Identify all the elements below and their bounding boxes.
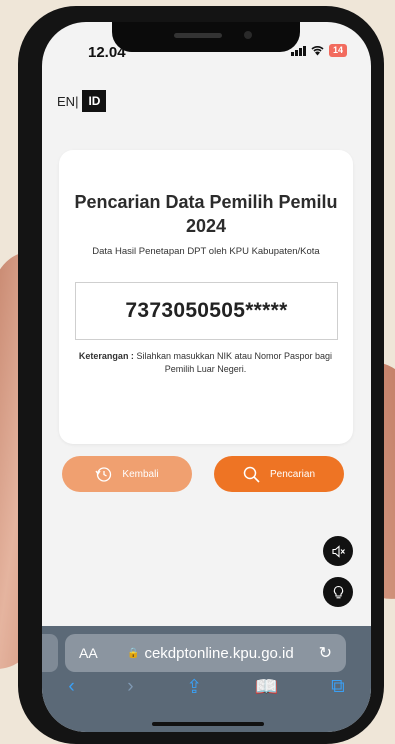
search-button[interactable]: Pencarian (214, 456, 344, 492)
search-icon (243, 466, 260, 483)
back-button-label: Kembali (122, 468, 159, 480)
address-bar[interactable]: AA 🔒 cekdptonline.kpu.go.id ↻ (65, 634, 346, 672)
share-icon[interactable]: ⇪ (186, 676, 202, 699)
lang-en[interactable]: EN (57, 94, 75, 109)
battery-icon: 14 (328, 44, 347, 57)
text-size-button[interactable]: AA (79, 645, 98, 661)
lightbulb-icon (333, 585, 343, 598)
lock-icon: 🔒 (127, 647, 140, 659)
previous-tab-preview[interactable] (42, 634, 58, 672)
back-nav-icon[interactable]: ‹ (68, 676, 74, 698)
note: Keterangan : Silahkan masukkan NIK atau … (75, 350, 336, 376)
signal-icon (290, 45, 306, 56)
lang-id[interactable]: ID (82, 90, 107, 112)
wifi-icon (311, 46, 324, 56)
note-label: Keterangan : (78, 351, 134, 361)
tabs-icon[interactable]: ⧉ (331, 676, 345, 698)
home-indicator (152, 722, 264, 726)
mute-icon (331, 544, 345, 558)
reload-icon[interactable]: ↻ (319, 643, 332, 663)
url-text: cekdptonline.kpu.go.id (144, 644, 294, 662)
note-text: Silahkan masukkan NIK atau Nomor Paspor … (136, 351, 333, 374)
search-button-label: Pencarian (269, 468, 316, 480)
nik-input[interactable]: 7373050505***** (75, 282, 338, 340)
forward-nav-icon[interactable]: › (127, 676, 133, 698)
lang-separator: | (75, 93, 79, 109)
browser-toolbar: ‹ › ⇪ 📖 ⧉ (42, 670, 371, 704)
speaker (174, 33, 222, 38)
camera (244, 31, 252, 39)
page-subtitle: Data Hasil Penetapan DPT oleh KPU Kabupa… (92, 246, 320, 257)
back-button[interactable]: Kembali (62, 456, 192, 492)
status-icons: 14 (290, 44, 347, 57)
language-switch: EN | ID (57, 90, 107, 112)
mute-button[interactable] (323, 536, 353, 566)
tips-button[interactable] (323, 577, 353, 607)
phone-screen: 12.04 14 EN | ID Pencarian Data Pemilih … (42, 22, 371, 732)
page-title: Pencarian Data Pemilih Pemilu 2024 (74, 192, 338, 236)
clock-back-icon (95, 466, 112, 482)
url-display[interactable]: 🔒 cekdptonline.kpu.go.id (127, 645, 294, 662)
notch (112, 22, 300, 52)
search-card: Pencarian Data Pemilih Pemilu 2024 Data … (59, 150, 353, 444)
bookmarks-icon[interactable]: 📖 (255, 675, 279, 699)
